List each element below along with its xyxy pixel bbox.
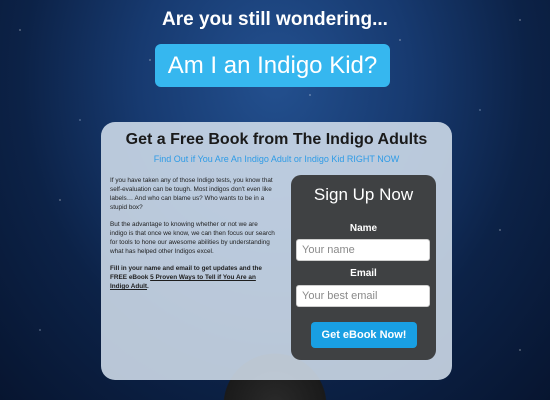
signup-title: Sign Up Now bbox=[313, 185, 414, 204]
panel-subtitle: Find Out if You Are An Indigo Adult or I… bbox=[153, 154, 400, 164]
intro-paragraph: If you have taken any of those Indigo te… bbox=[110, 177, 273, 211]
email-label: Email bbox=[350, 268, 377, 279]
advantage-paragraph: But the advantage to knowing whether or … bbox=[110, 221, 275, 255]
ebook-paragraph: Fill in your name and email to get updat… bbox=[110, 264, 275, 291]
hero-headline: Are you still wondering... bbox=[162, 9, 388, 30]
name-label: Name bbox=[349, 223, 378, 234]
signup-form: Sign Up Now Name Email Get eBook Now! bbox=[291, 175, 436, 360]
name-input[interactable] bbox=[296, 239, 430, 261]
indigo-kid-cta-button[interactable]: Am I an Indigo Kid? bbox=[155, 44, 390, 87]
email-input[interactable] bbox=[296, 285, 430, 307]
offer-panel: Get a Free Book from The Indigo Adults F… bbox=[101, 122, 452, 380]
get-ebook-button[interactable]: Get eBook Now! bbox=[311, 322, 417, 348]
panel-body-text: If you have taken any of those Indigo te… bbox=[110, 176, 275, 299]
panel-title: Get a Free Book from The Indigo Adults bbox=[125, 131, 428, 148]
ebook-paragraph-end: . bbox=[147, 283, 149, 290]
